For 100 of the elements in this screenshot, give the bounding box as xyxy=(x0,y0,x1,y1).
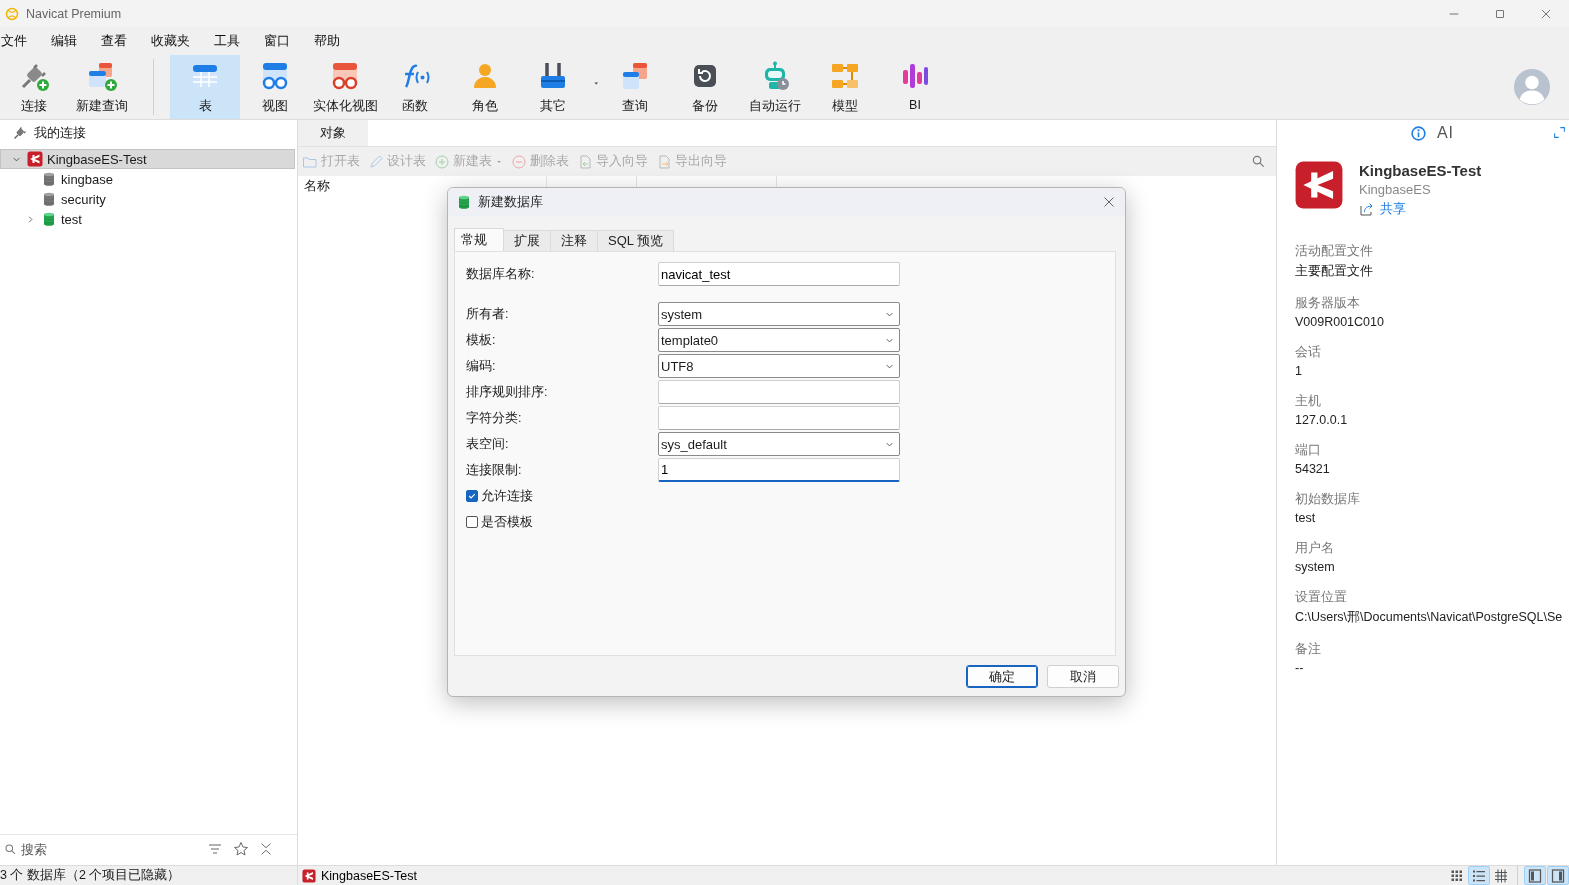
checkbox-label: 允许连接 xyxy=(481,487,533,505)
property-label: 主机 xyxy=(1295,392,1322,410)
text-field[interactable]: navicat_test xyxy=(658,262,900,286)
field-label: 数据库名称: xyxy=(466,265,536,283)
share-icon[interactable] xyxy=(1359,201,1375,217)
tree-item[interactable]: security xyxy=(0,189,295,209)
dialog-button[interactable]: 取消 xyxy=(1047,665,1119,688)
property-value: test xyxy=(1295,511,1317,525)
dropdown-field[interactable]: system xyxy=(658,302,900,326)
toolbar-button[interactable]: 查询 xyxy=(600,55,670,119)
logo-icon xyxy=(27,151,43,167)
field-label: 排序规则排序: xyxy=(466,383,549,401)
toolbar-button[interactable]: 表 xyxy=(170,55,240,119)
property-value: C:\Users\邢\Documents\Navicat\PostgreSQL\Se xyxy=(1295,609,1564,626)
expand-icon[interactable] xyxy=(1553,126,1566,139)
menu-item[interactable]: 文件 xyxy=(1,32,27,50)
document-tab[interactable]: KingbaseES-Test xyxy=(298,866,423,885)
plus-icon xyxy=(434,153,450,170)
export-icon xyxy=(656,153,672,170)
property-value: -- xyxy=(1295,661,1305,675)
dropdown-field[interactable]: UTF8 xyxy=(658,354,900,378)
text-field[interactable] xyxy=(658,380,900,404)
tab[interactable]: 注释 xyxy=(550,230,598,251)
tab[interactable]: 常规 xyxy=(454,228,504,251)
tab[interactable]: 对象 xyxy=(298,120,368,146)
window-title: Navicat Premium xyxy=(26,6,122,21)
filter-icon[interactable] xyxy=(207,841,223,857)
toolbar-button[interactable]: 备份 xyxy=(670,55,740,119)
dropdown-field[interactable]: template0 xyxy=(658,328,900,352)
search-field[interactable]: 搜索 xyxy=(21,841,197,857)
plug-icon xyxy=(12,125,28,141)
logo-icon xyxy=(302,868,316,883)
view-button[interactable] xyxy=(1468,866,1490,885)
toolbar-button[interactable]: 模型 xyxy=(810,55,880,119)
toolbar-button[interactable]: 函数 xyxy=(380,55,450,119)
property-label: 设置位置 xyxy=(1295,588,1348,606)
share-link[interactable]: 共享 xyxy=(1380,200,1406,218)
toolbar-button[interactable]: 其它 xyxy=(520,55,600,119)
menu-item[interactable]: 帮助 xyxy=(314,32,340,50)
tab[interactable]: AI xyxy=(1436,124,1455,142)
logo-icon xyxy=(1294,160,1344,210)
property-value: V009R001C010 xyxy=(1295,315,1385,329)
property-label: 初始数据库 xyxy=(1295,490,1361,508)
checkbox[interactable] xyxy=(466,490,478,502)
property-label: 活动配置文件 xyxy=(1295,242,1374,260)
tab[interactable]: SQL 预览 xyxy=(597,230,675,251)
tree-item[interactable]: test xyxy=(0,209,295,229)
tab[interactable]: 扩展 xyxy=(503,230,551,251)
field-label: 所有者: xyxy=(466,305,510,323)
minus-icon xyxy=(511,153,527,170)
pencil-icon xyxy=(368,153,384,170)
menu-item[interactable]: 编辑 xyxy=(51,32,77,50)
menu-item[interactable]: 工具 xyxy=(214,32,240,50)
tree-item[interactable]: KingbaseES-Test xyxy=(0,149,295,169)
panel-icon xyxy=(1550,867,1566,884)
property-value: 127.0.0.1 xyxy=(1295,413,1349,427)
toolbar-button[interactable]: 角色 xyxy=(450,55,520,119)
connection-type: KingbaseES xyxy=(1359,182,1432,197)
logo-icon xyxy=(4,5,20,22)
status-text: 3 个 数据库（2 个项目已隐藏） xyxy=(0,866,298,885)
toolbar-button[interactable]: 实体化视图 xyxy=(310,55,380,119)
tree-item[interactable]: kingbase xyxy=(0,169,295,189)
table-view-icon xyxy=(1493,867,1509,884)
search-icon[interactable] xyxy=(1251,154,1266,169)
connection-name: KingbaseES-Test xyxy=(1359,162,1482,179)
toolbar-button[interactable]: BI xyxy=(880,55,950,119)
toolbar-button[interactable]: 视图 xyxy=(240,55,310,119)
star-icon[interactable] xyxy=(233,841,249,857)
panel-toggle[interactable] xyxy=(1547,866,1569,885)
dialog-title: 新建数据库 xyxy=(478,193,543,211)
table-plus-icon xyxy=(86,60,118,92)
dropdown-field[interactable]: sys_default xyxy=(658,432,900,456)
collapse-icon[interactable] xyxy=(259,842,273,856)
toolbar-button[interactable]: 自动运行 xyxy=(740,55,810,119)
text-field[interactable]: 1 xyxy=(658,458,900,482)
panel-toggle[interactable] xyxy=(1524,866,1546,885)
menu-item[interactable]: 查看 xyxy=(101,32,127,50)
menu-item[interactable]: 窗口 xyxy=(264,32,290,50)
property-label: 用户名 xyxy=(1295,539,1335,557)
property-label: 备注 xyxy=(1295,640,1322,658)
info-icon[interactable] xyxy=(1409,124,1427,142)
section-title: 我的连接 xyxy=(34,124,86,142)
search-icon xyxy=(4,842,17,856)
property-label: 端口 xyxy=(1295,441,1322,459)
property-value: 54321 xyxy=(1295,462,1331,476)
field-label: 表空间: xyxy=(466,435,510,453)
property-value: 1 xyxy=(1295,364,1303,378)
field-label: 连接限制: xyxy=(466,461,523,479)
property-label: 服务器版本 xyxy=(1295,294,1361,312)
toolbar-button[interactable]: 连接 xyxy=(0,55,68,119)
dialog-button[interactable]: 确定 xyxy=(966,665,1038,688)
property-value: 主要配置文件 xyxy=(1295,263,1374,280)
property-value: system xyxy=(1295,560,1336,574)
text-field[interactable] xyxy=(658,406,900,430)
toolbar-button[interactable]: 新建查询 xyxy=(68,55,136,119)
field-label: 模板: xyxy=(466,331,497,349)
menu-item[interactable]: 收藏夹 xyxy=(151,32,190,50)
panel-icon xyxy=(1527,867,1543,884)
database-icon xyxy=(456,194,472,210)
checkbox[interactable] xyxy=(466,516,478,528)
